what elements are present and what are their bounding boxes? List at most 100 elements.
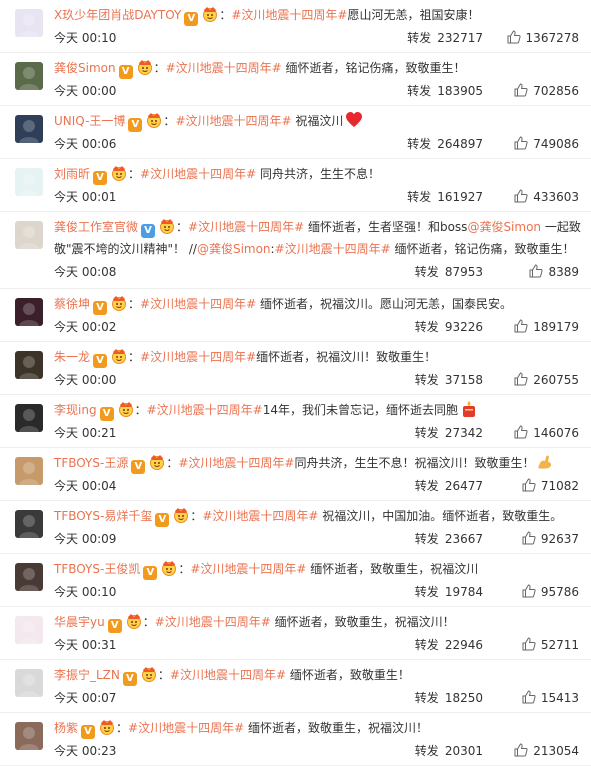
username-link[interactable]: 龚俊Simon	[54, 61, 116, 75]
post-text-segment: 同舟共济，生生不息！	[256, 167, 380, 181]
post-time[interactable]: 今天 00:06	[54, 134, 116, 154]
post-time[interactable]: 今天 00:21	[54, 423, 116, 443]
hashtag-link[interactable]: #汶川地震十四周年#	[147, 403, 263, 417]
like-button[interactable]: 189179	[514, 317, 579, 337]
hashtag-link[interactable]: #汶川地震十四周年#	[202, 509, 318, 523]
like-count: 702856	[533, 84, 579, 98]
username-link[interactable]: 李现ing	[54, 403, 97, 417]
like-button[interactable]: 95786	[522, 582, 579, 602]
user-avatar[interactable]	[15, 9, 43, 37]
like-count: 260755	[533, 373, 579, 387]
like-button[interactable]: 146076	[514, 423, 579, 443]
repost-button[interactable]: 转发 18250	[415, 688, 483, 708]
post-time[interactable]: 今天 00:02	[54, 317, 116, 337]
hashtag-link[interactable]: #汶川地震十四周年#	[128, 721, 244, 735]
like-button[interactable]: 92637	[522, 529, 579, 549]
red-heart-icon	[345, 111, 363, 129]
mention-link[interactable]: @龚俊Simon	[197, 242, 271, 256]
post-time[interactable]: 今天 00:09	[54, 529, 116, 549]
hashtag-link[interactable]: #汶川地震十四周年#	[178, 456, 294, 470]
like-button[interactable]: 749086	[514, 134, 579, 154]
repost-button[interactable]: 转发 93226	[415, 317, 483, 337]
repost-button[interactable]: 转发 183905	[407, 81, 483, 101]
like-button[interactable]: 8389	[529, 262, 579, 282]
hashtag-link[interactable]: #汶川地震十四周年#	[140, 167, 256, 181]
username-link[interactable]: 朱一龙	[54, 350, 90, 364]
like-button[interactable]: 702856	[514, 81, 579, 101]
post-text-line: 刘雨昕 V ：#汶川地震十四周年# 同舟共济，生生不息！	[54, 163, 579, 185]
post-time[interactable]: 今天 00:07	[54, 688, 116, 708]
mention-link[interactable]: @龚俊Simon	[467, 220, 541, 234]
post-text-line: X玖少年团肖战DAYTOY V ：#汶川地震十四周年#愿山河无恙，祖国安康！	[54, 4, 579, 26]
user-avatar[interactable]	[15, 62, 43, 90]
hashtag-link[interactable]: #汶川地震十四周年#	[275, 242, 391, 256]
like-button[interactable]: 52711	[522, 635, 579, 655]
repost-button[interactable]: 转发 22946	[415, 635, 483, 655]
hashtag-link[interactable]: #汶川地震十四周年#	[175, 114, 291, 128]
username-link[interactable]: 蔡徐坤	[54, 297, 90, 311]
username-link[interactable]: TFBOYS-王俊凯	[54, 562, 140, 576]
repost-button[interactable]: 转发 19784	[415, 582, 483, 602]
hashtag-link[interactable]: #汶川地震十四周年#	[188, 220, 304, 234]
user-avatar[interactable]	[15, 168, 43, 196]
member-crown-icon	[110, 295, 128, 311]
like-button[interactable]: 260755	[514, 370, 579, 390]
username-link[interactable]: X玖少年团肖战DAYTOY	[54, 8, 181, 22]
repost-button[interactable]: 转发 20301	[415, 741, 483, 761]
repost-button[interactable]: 转发 87953	[415, 262, 483, 282]
repost-button[interactable]: 转发 26477	[415, 476, 483, 496]
username-link[interactable]: 李振宁_LZN	[54, 668, 120, 682]
like-button[interactable]: 433603	[514, 187, 579, 207]
hashtag-link[interactable]: #汶川地震十四周年#	[140, 297, 256, 311]
username-colon: ：	[157, 668, 170, 682]
hashtag-link[interactable]: #汶川地震十四周年#	[155, 615, 271, 629]
username-link[interactable]: 华晨宇yu	[54, 615, 105, 629]
post-time[interactable]: 今天 00:04	[54, 476, 116, 496]
user-avatar[interactable]	[15, 404, 43, 432]
repost-button[interactable]: 转发 264897	[407, 134, 483, 154]
repost-button[interactable]: 转发 161927	[407, 187, 483, 207]
hashtag-link[interactable]: #汶川地震十四周年#	[231, 8, 347, 22]
user-avatar[interactable]	[15, 221, 43, 249]
user-avatar[interactable]	[15, 616, 43, 644]
verified-badge-icon: V	[128, 118, 143, 132]
repost-label: 转发	[414, 691, 439, 705]
user-avatar[interactable]	[15, 115, 43, 143]
like-button[interactable]: 1367278	[507, 28, 579, 48]
post-time[interactable]: 今天 00:00	[54, 370, 116, 390]
user-avatar[interactable]	[15, 669, 43, 697]
user-avatar[interactable]	[15, 722, 43, 750]
post-time[interactable]: 今天 00:08	[54, 262, 116, 282]
post-time[interactable]: 今天 00:10	[54, 582, 116, 602]
post-time[interactable]: 今天 00:23	[54, 741, 116, 761]
like-count: 433603	[533, 190, 579, 204]
post-time[interactable]: 今天 00:00	[54, 81, 116, 101]
user-avatar[interactable]	[15, 457, 43, 485]
repost-button[interactable]: 转发 37158	[415, 370, 483, 390]
repost-button[interactable]: 转发 232717	[407, 28, 483, 48]
repost-button[interactable]: 转发 27342	[415, 423, 483, 443]
username-link[interactable]: TFBOYS-王源	[54, 456, 128, 470]
username-link[interactable]: 刘雨昕	[54, 167, 90, 181]
hashtag-link[interactable]: #汶川地震十四周年#	[170, 668, 286, 682]
post-time[interactable]: 今天 00:31	[54, 635, 116, 655]
like-button[interactable]: 15413	[522, 688, 579, 708]
user-avatar[interactable]	[15, 563, 43, 591]
username-link[interactable]: TFBOYS-易烊千玺	[54, 509, 152, 523]
like-button[interactable]: 71082	[522, 476, 579, 496]
post-item: TFBOYS-易烊千玺 V ：#汶川地震十四周年# 祝福汶川，中国加油。缅怀逝者，致…	[0, 501, 591, 554]
like-button[interactable]: 213054	[514, 741, 579, 761]
hashtag-link[interactable]: #汶川地震十四周年#	[190, 562, 306, 576]
post-time[interactable]: 今天 00:10	[54, 28, 116, 48]
repost-button[interactable]: 转发 23667	[415, 529, 483, 549]
like-count: 52711	[540, 638, 579, 652]
user-avatar[interactable]	[15, 351, 43, 379]
username-link[interactable]: 龚俊工作室官微	[54, 220, 138, 234]
post-time[interactable]: 今天 00:01	[54, 187, 116, 207]
username-link[interactable]: 杨紫	[54, 721, 78, 735]
username-link[interactable]: UNIQ-王一博	[54, 114, 125, 128]
user-avatar[interactable]	[15, 298, 43, 326]
user-avatar[interactable]	[15, 510, 43, 538]
hashtag-link[interactable]: #汶川地震十四周年#	[140, 350, 256, 364]
hashtag-link[interactable]: #汶川地震十四周年#	[166, 61, 282, 75]
